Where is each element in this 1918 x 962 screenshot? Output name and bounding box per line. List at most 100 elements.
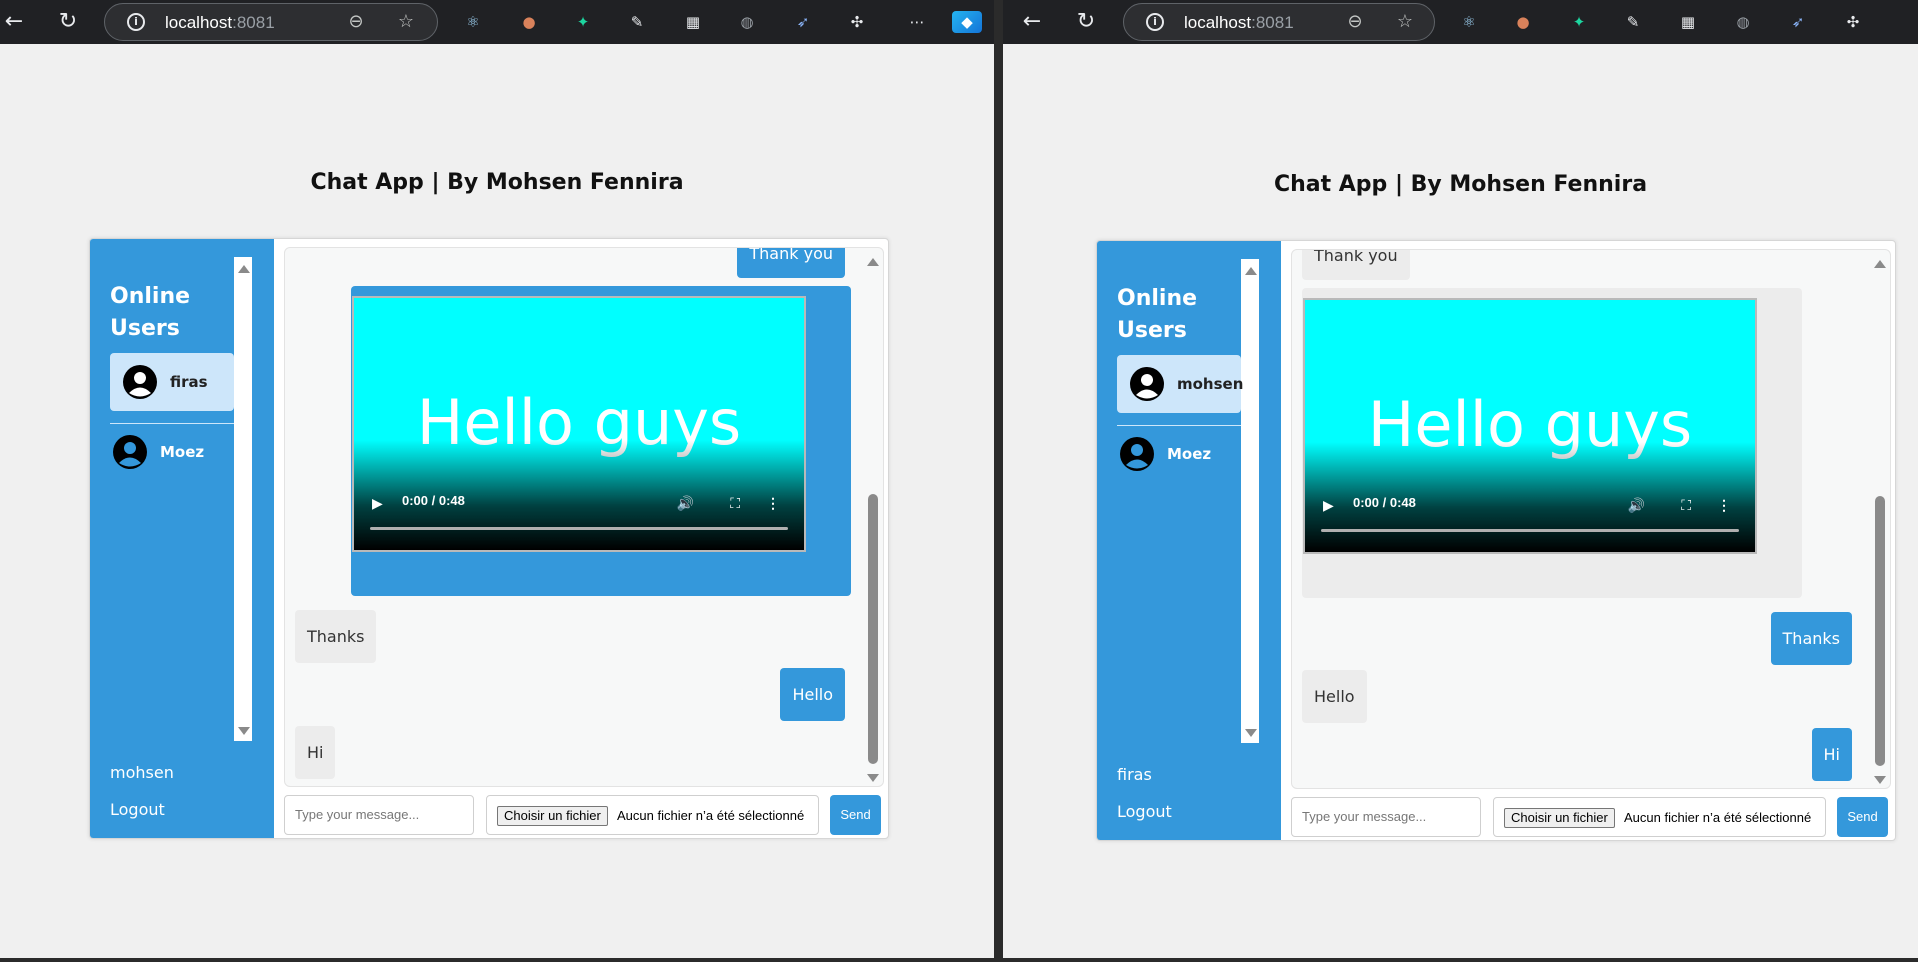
user-item-moez[interactable]: Moez (110, 423, 234, 481)
back-arrow-icon[interactable]: ← (0, 8, 28, 36)
fullscreen-icon[interactable]: ⛶ (1681, 497, 1691, 514)
bird-extension-icon[interactable]: ✦ (572, 11, 594, 33)
volume-icon[interactable]: 🔊 (1628, 497, 1645, 514)
user-avatar-icon (113, 435, 147, 469)
site-info-icon[interactable]: i (1146, 13, 1164, 31)
copilot-icon[interactable]: ◆ (952, 11, 982, 33)
more-icon[interactable]: ⋯ (906, 11, 928, 33)
message-bubble: Thanks (295, 610, 377, 663)
video-player[interactable]: Hello guys ▶ 0:00 / 0:48 🔊 ⛶ ⋮ (1303, 298, 1757, 554)
address-bar[interactable]: i localhost:8081 ⊖ ☆ (1123, 3, 1435, 41)
url-text: localhost:8081 (1184, 13, 1294, 32)
choose-file-button[interactable]: Choisir un fichier (1504, 808, 1615, 828)
chat-container: Online Users firas Moez mohsen Logout Th… (89, 238, 889, 839)
react-devtools-icon[interactable]: ⚛ (1458, 11, 1480, 33)
message-input[interactable]: Type your message... (1291, 797, 1481, 837)
puzzle-icon[interactable]: ✣ (1842, 11, 1864, 33)
back-arrow-icon[interactable]: ← (1018, 8, 1046, 36)
user-avatar-icon (1120, 437, 1154, 471)
send-button[interactable]: Send (830, 795, 881, 835)
message-input[interactable]: Type your message... (284, 795, 474, 835)
user-name: firas (170, 373, 208, 391)
scrollbar-thumb[interactable] (868, 494, 878, 764)
messages-panel[interactable]: Thank you Hello guys ▶ 0:00 / 0:48 🔊 ⛶ ⋮… (284, 247, 884, 787)
user-name: Moez (1167, 445, 1212, 463)
video-time: 0:00 / 0:48 (1353, 495, 1416, 510)
video-player[interactable]: Hello guys ▶ 0:00 / 0:48 🔊 ⛶ ⋮ (352, 296, 806, 552)
bird-extension-icon[interactable]: ✦ (1568, 11, 1590, 33)
users-scrollbar[interactable] (1241, 259, 1259, 743)
browser-window-left: ← ↻ i localhost:8081 ⊖ ☆ ⚛ ● ✦ ✎ ▦ ◍ ➶ ✣… (0, 0, 994, 962)
user-item-firas[interactable]: firas (110, 353, 234, 411)
rocket-icon[interactable]: ➶ (792, 11, 814, 33)
send-button[interactable]: Send (1837, 797, 1888, 837)
online-users-heading: Online Users (1117, 286, 1198, 343)
zoom-out-icon[interactable]: ⊖ (1344, 11, 1366, 33)
react-devtools-icon[interactable]: ⚛ (462, 11, 484, 33)
fullscreen-icon[interactable]: ⛶ (730, 495, 740, 512)
choose-file-button[interactable]: Choisir un fichier (497, 806, 608, 826)
scrollbar-thumb[interactable] (1875, 496, 1885, 766)
online-users-sidebar: Online Users firas Moez mohsen Logout (90, 239, 274, 838)
video-progress-bar[interactable] (370, 527, 788, 530)
scroll-up-arrow-icon[interactable] (238, 265, 250, 273)
file-input[interactable]: Choisir un fichier Aucun fichier n’a été… (486, 795, 819, 835)
messages-scrollbar[interactable] (1874, 254, 1886, 784)
reload-icon[interactable]: ↻ (54, 8, 82, 36)
scroll-down-arrow-icon[interactable] (867, 774, 879, 782)
message-bubble: Hi (295, 726, 336, 779)
video-options-icon[interactable]: ⋮ (1717, 497, 1731, 514)
play-icon[interactable]: ▶ (372, 495, 383, 512)
scroll-up-arrow-icon[interactable] (1874, 260, 1886, 268)
message-input-row: Type your message... Choisir un fichier … (1291, 797, 1891, 837)
current-username: firas (1117, 765, 1152, 784)
scroll-up-arrow-icon[interactable] (867, 258, 879, 266)
messages-scrollbar[interactable] (867, 252, 879, 782)
message-bubble: Hello (1302, 670, 1367, 723)
raccoon-extension-icon[interactable]: ◍ (1732, 11, 1754, 33)
browser-toolbar: ← ↻ i localhost:8081 ⊖ ☆ ⚛ ● ✦ ✎ ▦ ◍ ➶ ✣… (0, 0, 994, 44)
star-icon[interactable]: ☆ (1394, 11, 1416, 33)
window-divider (994, 0, 1003, 962)
site-info-icon[interactable]: i (127, 13, 145, 31)
reload-icon[interactable]: ↻ (1072, 8, 1100, 36)
scroll-up-arrow-icon[interactable] (1245, 267, 1257, 275)
zoom-out-icon[interactable]: ⊖ (345, 11, 367, 33)
online-users-heading: Online Users (110, 284, 191, 341)
rocket-icon[interactable]: ➶ (1787, 11, 1809, 33)
qr-code-icon[interactable]: ▦ (682, 11, 704, 33)
play-icon[interactable]: ▶ (1323, 497, 1334, 514)
screen: ← ↻ i localhost:8081 ⊖ ☆ ⚛ ● ✦ ✎ ▦ ◍ ➶ ✣… (0, 0, 1918, 962)
chat-container: Online Users mohsen Moez firas Logout Th… (1096, 240, 1896, 841)
scroll-down-arrow-icon[interactable] (1874, 776, 1886, 784)
scroll-down-arrow-icon[interactable] (1245, 729, 1257, 737)
color-picker-icon[interactable]: ✎ (1622, 11, 1644, 33)
cookie-icon[interactable]: ● (518, 11, 540, 33)
users-scrollbar[interactable] (234, 257, 252, 741)
messages-panel[interactable]: Thank you Hello guys ▶ 0:00 / 0:48 🔊 ⛶ ⋮… (1291, 249, 1891, 789)
color-picker-icon[interactable]: ✎ (626, 11, 648, 33)
logout-link[interactable]: Logout (1117, 802, 1172, 821)
message-bubble: Thank you (1302, 250, 1410, 280)
star-icon[interactable]: ☆ (395, 11, 417, 33)
address-bar[interactable]: i localhost:8081 ⊖ ☆ (104, 3, 438, 41)
user-name: Moez (160, 443, 205, 461)
video-progress-bar[interactable] (1321, 529, 1739, 532)
user-avatar-icon (1130, 367, 1164, 401)
user-item-moez[interactable]: Moez (1117, 425, 1241, 483)
puzzle-icon[interactable]: ✣ (846, 11, 868, 33)
qr-code-icon[interactable]: ▦ (1677, 11, 1699, 33)
message-input-row: Type your message... Choisir un fichier … (284, 795, 884, 835)
cookie-icon[interactable]: ● (1512, 11, 1534, 33)
video-options-icon[interactable]: ⋮ (766, 495, 780, 512)
user-item-mohsen[interactable]: mohsen (1117, 355, 1243, 413)
message-bubble: Hi (1811, 728, 1852, 781)
scroll-down-arrow-icon[interactable] (238, 727, 250, 735)
file-input[interactable]: Choisir un fichier Aucun fichier n’a été… (1493, 797, 1826, 837)
raccoon-extension-icon[interactable]: ◍ (736, 11, 758, 33)
volume-icon[interactable]: 🔊 (677, 495, 694, 512)
current-username: mohsen (110, 763, 174, 782)
page-title: Chat App | By Mohsen Fennira (1273, 172, 1648, 197)
file-status: Aucun fichier n’a été sélectionné (1624, 810, 1812, 825)
logout-link[interactable]: Logout (110, 800, 165, 819)
